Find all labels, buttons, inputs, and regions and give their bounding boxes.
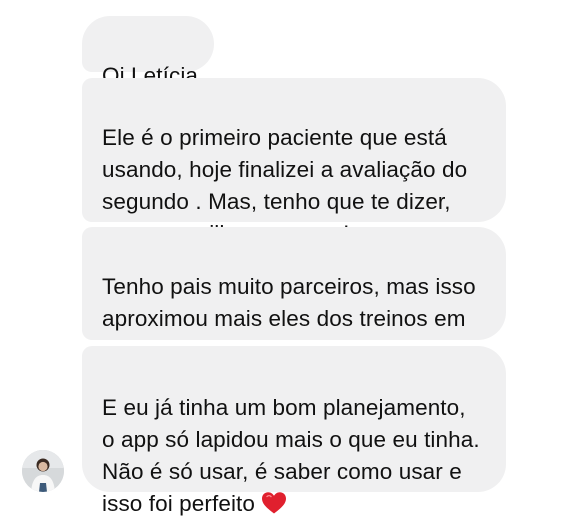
person-avatar-icon	[22, 450, 64, 492]
message-bubble[interactable]: E eu já tinha um bom planejamento, o app…	[82, 346, 506, 516]
message-bubble[interactable]: Ele é o primeiro paciente que está usand…	[82, 78, 506, 246]
heart-icon	[261, 491, 287, 515]
message-bubble[interactable]: Oi Letícia	[82, 16, 214, 88]
avatar[interactable]	[22, 450, 64, 492]
message-thread: Oi Letícia Ele é o primeiro paciente que…	[0, 0, 588, 516]
message-text: E eu já tinha um bom planejamento, o app…	[102, 395, 480, 516]
message-bubble[interactable]: Tenho pais muito parceiros, mas isso apr…	[82, 227, 506, 363]
